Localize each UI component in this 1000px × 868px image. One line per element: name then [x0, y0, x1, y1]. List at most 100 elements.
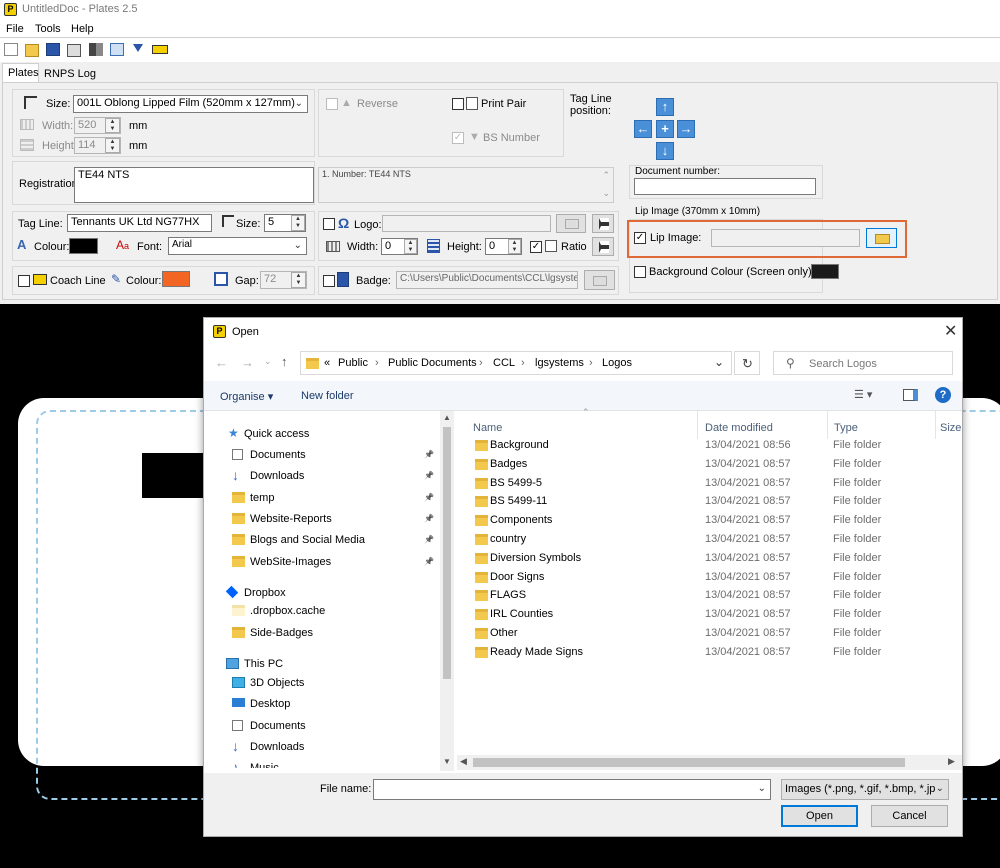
badge-browse-button[interactable]: [584, 270, 615, 290]
breadcrumb-public-documents[interactable]: Public Documents: [388, 357, 477, 369]
file-type-select[interactable]: Images (*.png, *.gif, *.bmp, *.jp ⌄: [781, 779, 949, 800]
file-row[interactable]: Badges 13/04/2021 08:57 File folder: [466, 455, 956, 474]
nav-scrollbar[interactable]: ▲ ▼: [440, 411, 454, 771]
nav-item[interactable]: 3D Objects: [228, 673, 440, 693]
arrow-left-icon[interactable]: ←: [634, 120, 652, 138]
lip-image-checkbox[interactable]: ✓: [634, 232, 646, 244]
pin-icon[interactable]: 📌: [424, 557, 434, 566]
tab-plates[interactable]: Plates: [2, 63, 39, 83]
file-row[interactable]: Diversion Symbols 13/04/2021 08:57 File fo…: [466, 549, 956, 568]
background-colour-swatch[interactable]: [811, 264, 839, 279]
file-row[interactable]: Background 13/04/2021 08:56 File folder: [466, 436, 956, 455]
column-date[interactable]: Date modified: [705, 422, 773, 434]
nav-item[interactable]: Documents: [228, 716, 440, 736]
refresh-button[interactable]: ↻: [734, 351, 760, 375]
tag-line-input[interactable]: Tennants UK Ltd NG77HX: [67, 214, 212, 232]
breadcrumb-public[interactable]: Public: [338, 357, 368, 369]
hscroll-thumb[interactable]: [473, 758, 905, 767]
coach-line-checkbox[interactable]: [18, 275, 30, 287]
registration-input[interactable]: TE44 NTS: [74, 167, 314, 203]
badge-checkbox[interactable]: [323, 275, 335, 287]
file-row[interactable]: country 13/04/2021 08:57 File folder: [466, 530, 956, 549]
file-row[interactable]: Ready Made Signs 13/04/2021 08:57 File fol…: [466, 643, 956, 662]
logo-width-stepper[interactable]: ▲ ▼: [404, 239, 417, 254]
cancel-button[interactable]: Cancel: [871, 805, 948, 827]
scroll-down-icon[interactable]: ⌄: [602, 188, 610, 199]
arrow-down-icon[interactable]: ↓: [656, 142, 674, 160]
bs-number-checkbox[interactable]: ✓: [452, 132, 464, 144]
height-stepper[interactable]: ▲ ▼: [105, 138, 120, 153]
center-plus-icon[interactable]: +: [656, 120, 674, 138]
column-type[interactable]: Type: [834, 422, 858, 434]
tag-size-stepper[interactable]: ▲ ▼: [291, 215, 305, 231]
gap-stepper[interactable]: ▲ ▼: [291, 272, 306, 288]
logo-browse-button[interactable]: [556, 214, 586, 233]
new-folder-button[interactable]: New folder: [301, 390, 354, 402]
nav-item[interactable]: temp 📌: [228, 488, 440, 508]
up-icon[interactable]: ↑: [281, 354, 288, 369]
filter-icon[interactable]: [133, 44, 143, 54]
file-name-input[interactable]: ⌄: [373, 779, 771, 800]
logo-path-input[interactable]: [382, 215, 551, 232]
column-size[interactable]: Size: [940, 422, 961, 434]
file-row[interactable]: FLAGS 13/04/2021 08:57 File folder: [466, 586, 956, 605]
nav-this-pc[interactable]: This PC: [222, 654, 434, 674]
arrow-right-icon[interactable]: →: [677, 120, 695, 138]
file-row[interactable]: IRL Counties 13/04/2021 08:57 File folder: [466, 605, 956, 624]
breadcrumb-ccl[interactable]: CCL: [493, 357, 515, 369]
print-icon[interactable]: [67, 44, 81, 57]
nav-item[interactable]: ↓ Downloads 📌: [228, 466, 440, 486]
nav-item[interactable]: .dropbox.cache: [228, 601, 440, 621]
menu-help[interactable]: Help: [71, 23, 94, 35]
nav-dropbox[interactable]: Dropbox: [222, 583, 434, 603]
coach-colour-swatch[interactable]: [162, 271, 190, 287]
lip-image-path-input[interactable]: [711, 229, 860, 247]
breadcrumb-logos[interactable]: Logos: [602, 357, 632, 369]
document-number-input[interactable]: [634, 178, 816, 195]
scroll-up-icon[interactable]: ⌃: [602, 170, 610, 181]
nav-item[interactable]: Blogs and Social Media 📌: [228, 530, 440, 550]
search-box[interactable]: ⚲ Search Logos: [773, 351, 953, 375]
nav-item[interactable]: WebSite-Images 📌: [228, 552, 440, 572]
scroll-up-icon[interactable]: ▲: [443, 413, 451, 422]
lip-image-browse-button[interactable]: [866, 228, 897, 248]
new-document-icon[interactable]: [4, 43, 18, 56]
file-row[interactable]: Door Signs 13/04/2021 08:57 File folder: [466, 568, 956, 587]
nav-item[interactable]: Website-Reports 📌: [228, 509, 440, 529]
nav-item[interactable]: ♪ Music: [228, 758, 440, 768]
file-row[interactable]: BS 5499-5 13/04/2021 08:57 File folder: [466, 474, 956, 493]
logo-height-stepper[interactable]: ▲ ▼: [508, 239, 521, 254]
nav-scroll-thumb[interactable]: [443, 427, 451, 679]
font-select[interactable]: Arial ⌄: [168, 237, 307, 255]
scroll-left-icon[interactable]: ◀: [460, 756, 467, 767]
chevron-down-icon[interactable]: ⌄: [264, 356, 272, 367]
file-row[interactable]: Other 13/04/2021 08:57 File folder: [466, 624, 956, 643]
nav-item[interactable]: Desktop: [228, 694, 440, 714]
scroll-down-icon[interactable]: ▼: [443, 757, 451, 766]
tab-rnps-log[interactable]: RNPS Log: [39, 65, 96, 83]
scroll-right-icon[interactable]: ▶: [948, 756, 955, 767]
nav-item[interactable]: ↓ Downloads: [228, 737, 440, 757]
open-folder-icon[interactable]: [25, 44, 39, 57]
pin-icon[interactable]: 📌: [424, 471, 434, 480]
mirror-icon[interactable]: [89, 43, 103, 56]
preview-pane-icon[interactable]: [903, 389, 918, 401]
save-icon[interactable]: [46, 43, 60, 56]
address-bar[interactable]: « Public › Public Documents › CCL › lgsy…: [300, 351, 732, 375]
breadcrumb-lgsystems[interactable]: lgsystems: [535, 357, 584, 369]
chevron-down-icon[interactable]: ⌄: [714, 355, 724, 369]
file-hscrollbar[interactable]: ◀ ▶: [457, 755, 962, 770]
help-icon[interactable]: ?: [935, 387, 951, 403]
logo-checkbox[interactable]: [323, 218, 335, 230]
open-button[interactable]: Open: [781, 805, 858, 827]
close-icon[interactable]: ✕: [944, 321, 957, 341]
tag-colour-swatch[interactable]: [69, 238, 98, 254]
nav-item[interactable]: Side-Badges: [228, 623, 440, 643]
reverse-checkbox[interactable]: [326, 98, 338, 110]
size-select[interactable]: 001L Oblong Lipped Film (520mm x 127mm) …: [73, 95, 308, 113]
nav-quick-access[interactable]: Quick access: [244, 428, 309, 440]
copy-icon[interactable]: [110, 43, 124, 56]
ratio-checkbox[interactable]: ✓: [530, 241, 542, 253]
organise-button[interactable]: Organise ▾: [220, 390, 273, 403]
pin-icon[interactable]: 📌: [424, 493, 434, 502]
